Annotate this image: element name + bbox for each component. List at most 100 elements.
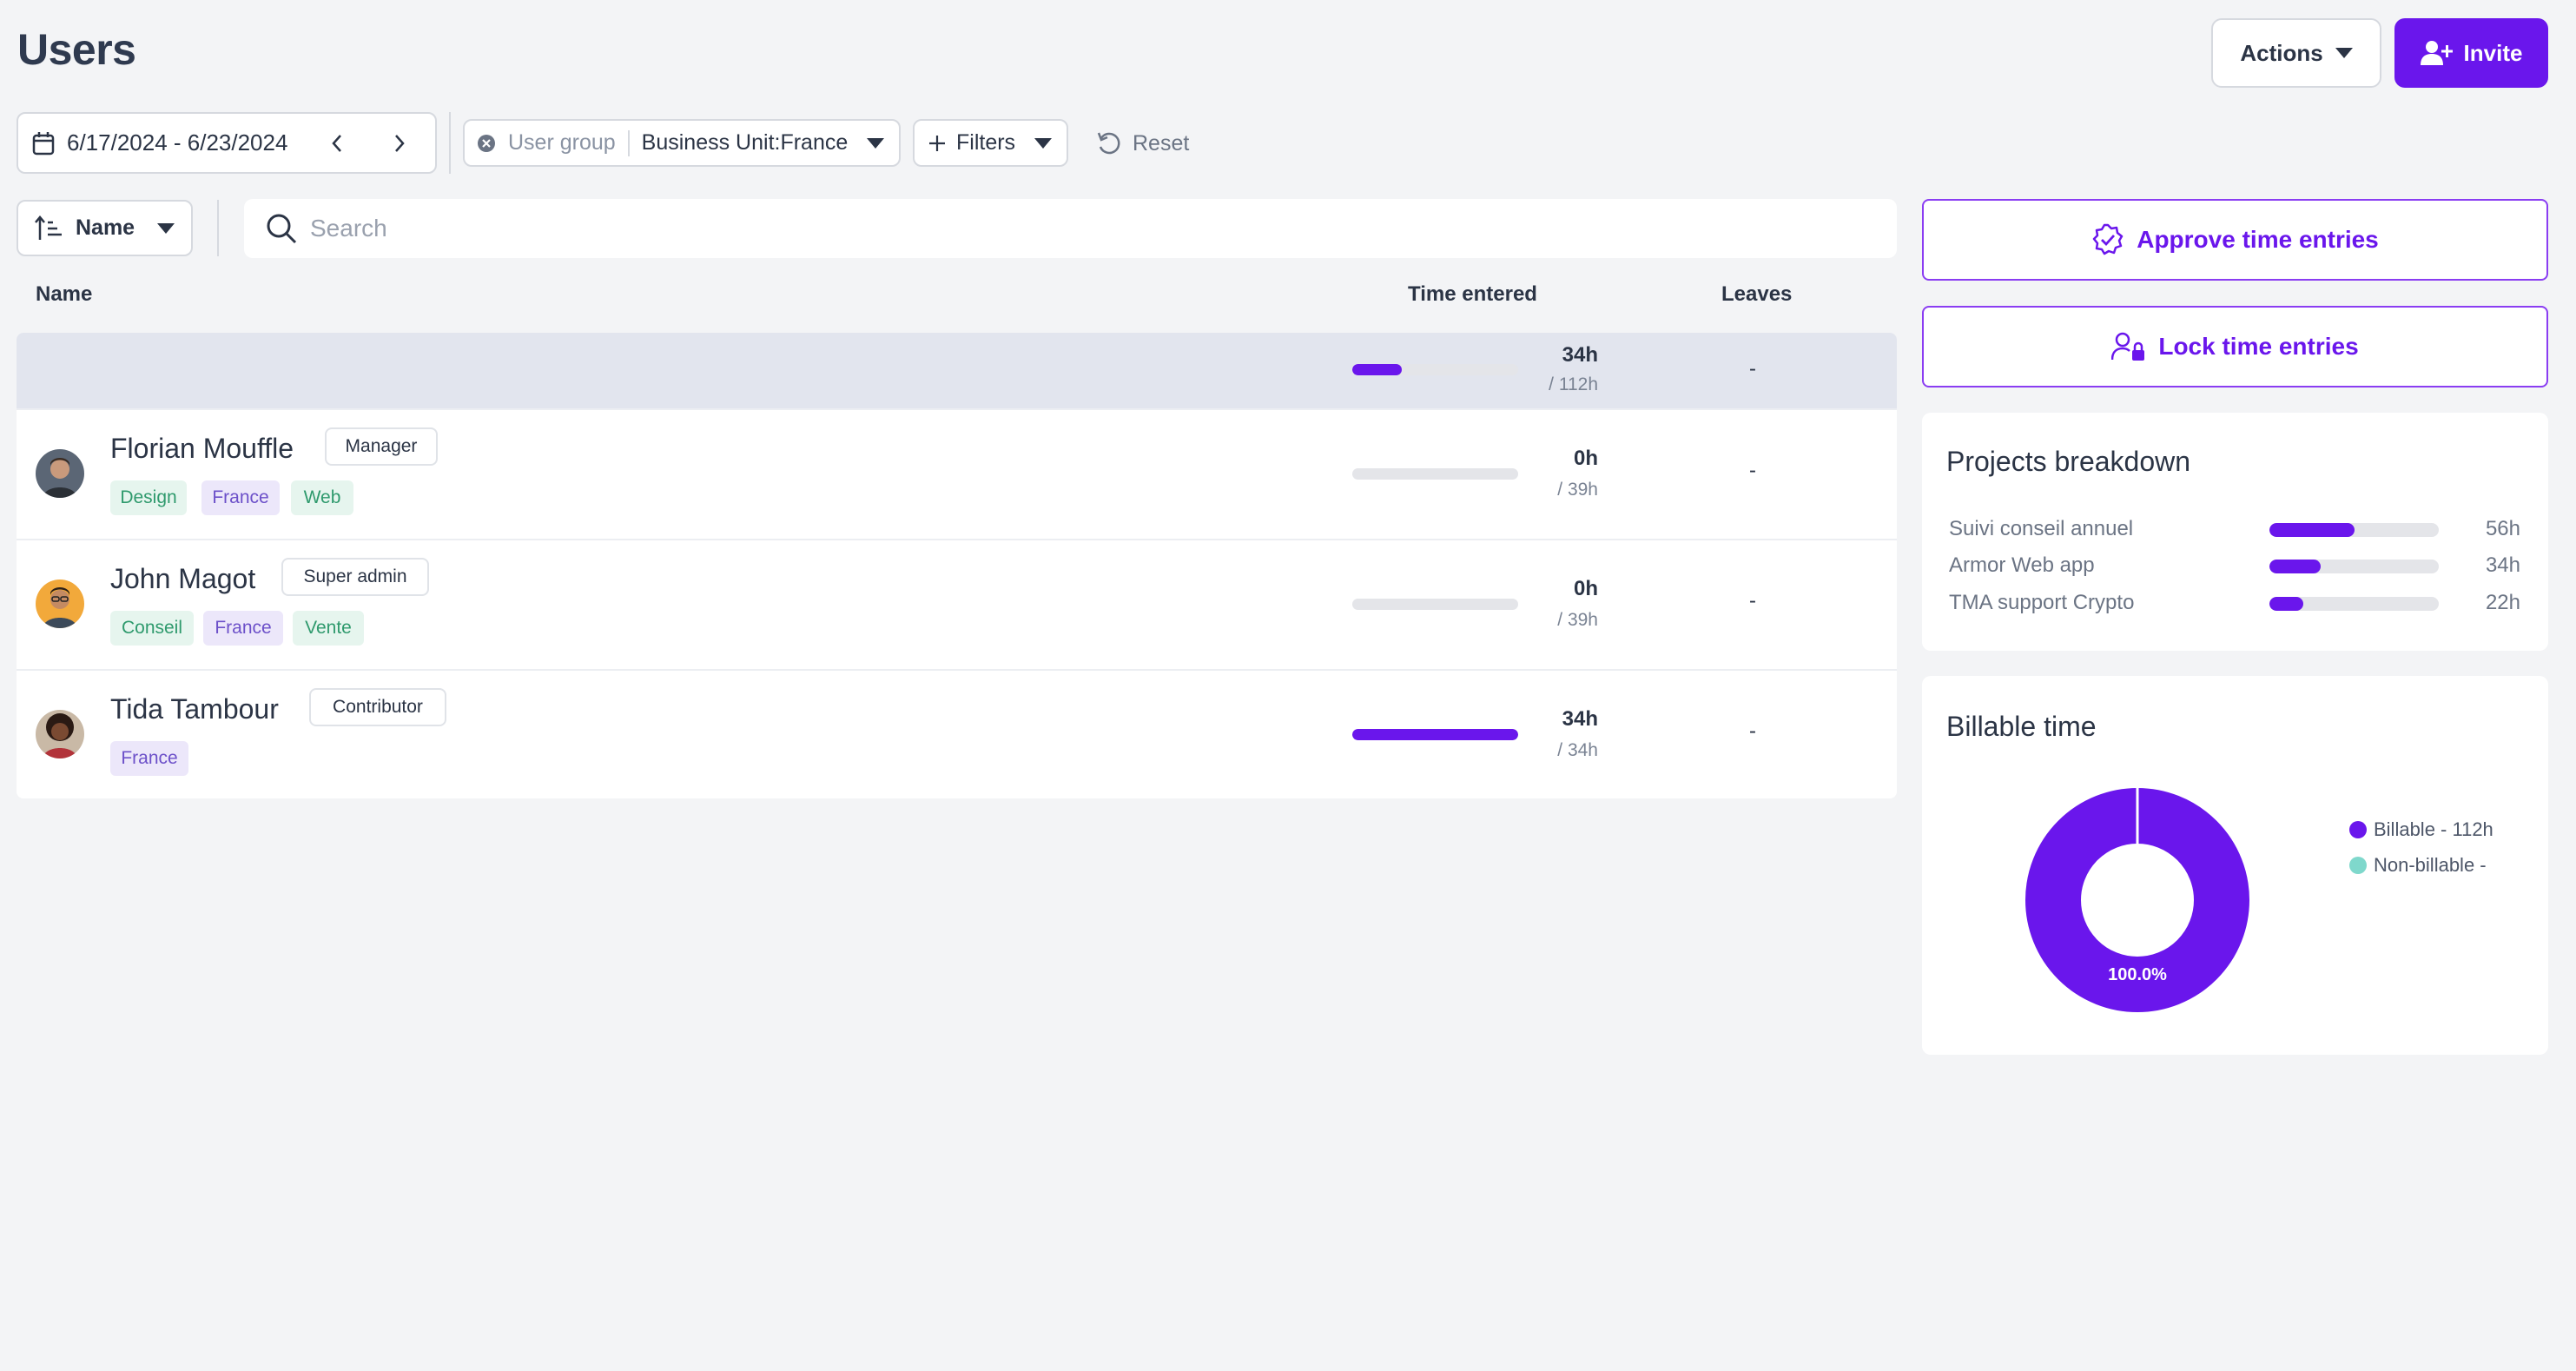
- project-progress-fill: [2269, 523, 2355, 537]
- project-name: Armor Web app: [1949, 553, 2095, 577]
- column-header-leaves[interactable]: Leaves: [1721, 282, 1792, 307]
- user-group-separator: [627, 129, 630, 156]
- hours-entered: 34h: [1562, 707, 1598, 731]
- users-table: 34h / 112h - Florian Mouffle Manager Des…: [17, 333, 1897, 798]
- approve-label: Approve time entries: [2137, 226, 2379, 253]
- legend-item-billable: Billable - 112h: [2349, 818, 2493, 841]
- search-input[interactable]: [310, 215, 1787, 242]
- clear-filter-icon[interactable]: [477, 134, 496, 153]
- caret-down-icon: [2335, 48, 2353, 58]
- role-badge: Contributor: [309, 688, 446, 726]
- table-row[interactable]: Tida Tambour Contributor France 34h / 34…: [17, 669, 1897, 798]
- column-header-time-entered[interactable]: Time entered: [1408, 282, 1537, 307]
- project-progress-fill: [2269, 597, 2303, 611]
- lock-time-entries-button[interactable]: Lock time entries: [1922, 306, 2548, 387]
- total-hours: 34h: [1562, 343, 1598, 367]
- actions-label: Actions: [2240, 39, 2323, 66]
- sort-ascending-icon: [34, 215, 63, 242]
- caret-down-icon: [1034, 137, 1053, 149]
- user-group-value: Business Unit:France: [641, 130, 849, 155]
- legend-label: Non-billable -: [2374, 854, 2487, 876]
- invite-label: Invite: [2463, 39, 2523, 66]
- card-title: Billable time: [1946, 711, 2097, 742]
- add-user-icon: [2420, 40, 2454, 66]
- project-hours: 34h: [2485, 553, 2520, 577]
- total-capacity: / 112h: [1549, 374, 1598, 394]
- user-name[interactable]: Tida Tambour: [110, 693, 279, 725]
- tag: Design: [110, 480, 187, 515]
- lock-label: Lock time entries: [2158, 333, 2359, 360]
- filter-divider: [449, 112, 451, 174]
- sort-button[interactable]: Name: [17, 200, 193, 256]
- reset-label: Reset: [1133, 130, 1190, 156]
- legend-dot: [2349, 857, 2367, 874]
- billable-donut-chart: 100.0%: [2024, 787, 2250, 1013]
- filters-label: Filters: [956, 130, 1016, 155]
- project-name: TMA support Crypto: [1949, 591, 2135, 614]
- legend-label: Billable - 112h: [2374, 818, 2493, 840]
- hours-capacity: / 39h: [1557, 610, 1598, 630]
- table-row[interactable]: Florian Mouffle Manager Design France We…: [17, 408, 1897, 539]
- tag: France: [110, 741, 188, 776]
- plus-icon: [928, 135, 946, 152]
- user-name[interactable]: Florian Mouffle: [110, 433, 294, 465]
- hours-entered: 0h: [1573, 577, 1598, 600]
- role-badge: Manager: [325, 427, 438, 466]
- project-progress-fill: [2269, 560, 2321, 573]
- legend-dot: [2349, 821, 2367, 838]
- project-name: Suivi conseil annuel: [1949, 517, 2134, 540]
- legend-item-non-billable: Non-billable -: [2349, 854, 2487, 877]
- table-row[interactable]: John Magot Super admin Conseil France Ve…: [17, 539, 1897, 669]
- search-icon: [265, 212, 298, 245]
- sort-label: Name: [76, 215, 135, 240]
- caret-down-icon: [157, 222, 175, 234]
- search-box[interactable]: [244, 199, 1897, 258]
- hours-entered: 0h: [1573, 447, 1598, 470]
- column-header-name[interactable]: Name: [36, 282, 92, 307]
- date-range-picker[interactable]: 6/17/2024 - 6/23/2024: [17, 112, 437, 174]
- hours-capacity: / 34h: [1557, 740, 1598, 760]
- total-progress-fill: [1352, 364, 1403, 375]
- tag: France: [201, 480, 280, 515]
- chevron-left-icon[interactable]: [324, 127, 350, 160]
- billable-time-card: Billable time 100.0% Billable - 112h Non…: [1922, 676, 2548, 1055]
- hours-capacity: / 39h: [1557, 480, 1598, 500]
- tag: Conseil: [110, 611, 194, 646]
- undo-icon: [1096, 130, 1122, 156]
- totals-row: 34h / 112h -: [17, 333, 1897, 408]
- projects-breakdown-card: Projects breakdown Suivi conseil annuel …: [1922, 413, 2548, 651]
- tag: France: [203, 611, 283, 646]
- leaves-value: -: [1749, 719, 1756, 743]
- project-progress-bar: [2269, 597, 2439, 611]
- chevron-right-icon[interactable]: [386, 127, 413, 160]
- tag: Web: [291, 480, 353, 515]
- user-group-filter[interactable]: User group Business Unit:France: [463, 119, 901, 167]
- filters-button[interactable]: Filters: [913, 119, 1068, 167]
- project-hours: 56h: [2485, 517, 2520, 540]
- total-leaves: -: [1749, 357, 1756, 381]
- invite-button[interactable]: Invite: [2394, 18, 2548, 88]
- role-badge: Super admin: [281, 558, 429, 596]
- actions-button[interactable]: Actions: [2211, 18, 2381, 88]
- leaves-value: -: [1749, 589, 1756, 613]
- caret-down-icon: [867, 137, 885, 149]
- donut-percentage-label: 100.0%: [2108, 965, 2167, 984]
- verified-check-icon: [2091, 223, 2124, 256]
- project-hours: 22h: [2485, 591, 2520, 614]
- reset-button[interactable]: Reset: [1096, 127, 1189, 160]
- user-group-label: User group: [508, 130, 616, 155]
- card-title: Projects breakdown: [1946, 446, 2191, 477]
- leaves-value: -: [1749, 459, 1756, 482]
- date-range-text: 6/17/2024 - 6/23/2024: [67, 129, 288, 156]
- project-progress-bar: [2269, 560, 2439, 573]
- approve-time-entries-button[interactable]: Approve time entries: [1922, 199, 2548, 281]
- avatar: [36, 580, 84, 628]
- tag: Vente: [293, 611, 364, 646]
- user-lock-icon: [2111, 332, 2146, 361]
- project-progress-bar: [2269, 523, 2439, 537]
- sort-divider: [217, 200, 219, 256]
- avatar: [36, 710, 84, 758]
- calendar-icon: [32, 131, 55, 156]
- page-title: Users: [17, 25, 136, 74]
- user-name[interactable]: John Magot: [110, 563, 255, 595]
